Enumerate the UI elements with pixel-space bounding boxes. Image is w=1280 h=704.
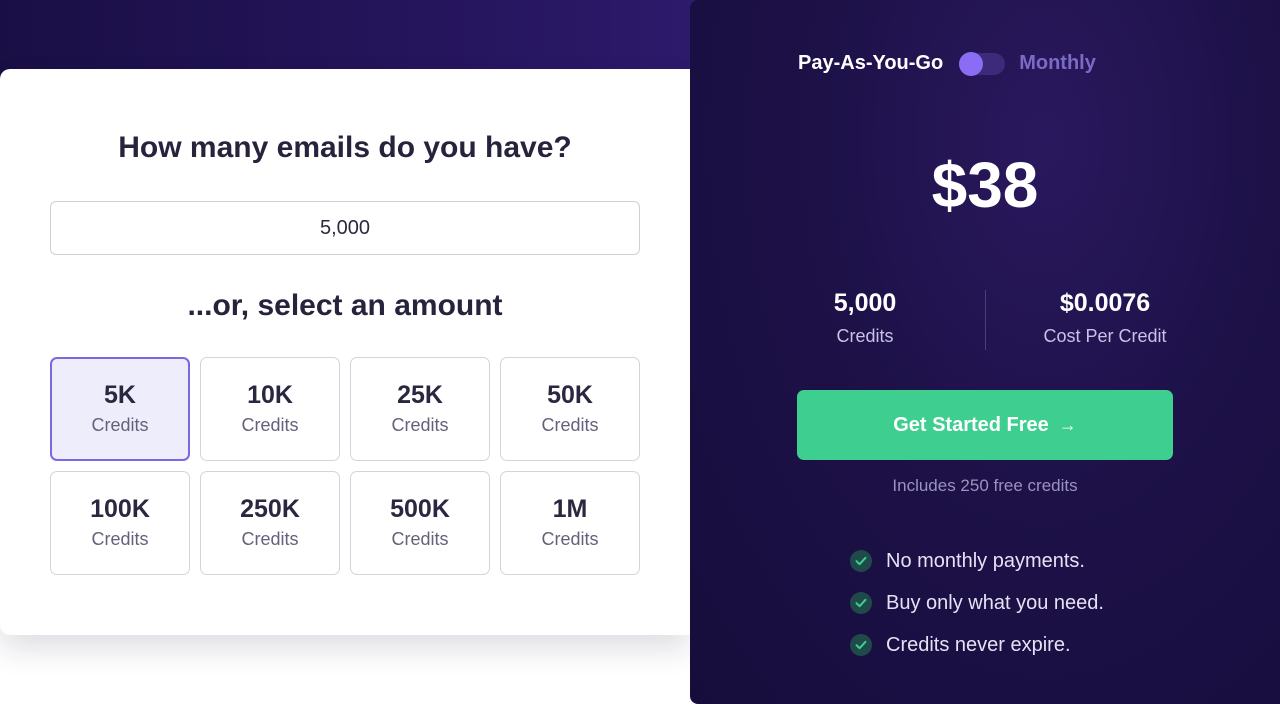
select-amount-heading: ...or, select an amount: [187, 289, 503, 322]
monthly-label[interactable]: Monthly: [1019, 52, 1096, 75]
amount-option-50k[interactable]: 50K Credits: [500, 357, 640, 461]
billing-toggle-row: Pay-As-You-Go Monthly: [798, 51, 1096, 76]
amount-value: 5K: [104, 381, 136, 409]
feature-item: No monthly payments.: [850, 540, 1104, 582]
feature-text: Buy only what you need.: [886, 591, 1104, 614]
email-count-input[interactable]: [50, 201, 640, 255]
amount-unit: Credits: [91, 415, 149, 435]
amount-value: 250K: [240, 495, 300, 523]
arrow-right-icon: →: [1058, 414, 1077, 435]
amount-unit: Credits: [391, 529, 449, 549]
credits-stat: 5,000 Credits: [765, 288, 965, 347]
amount-option-500k[interactable]: 500K Credits: [350, 471, 490, 575]
feature-item: Credits never expire.: [850, 624, 1104, 666]
amount-value: 1M: [552, 495, 588, 523]
amount-unit: Credits: [541, 415, 599, 435]
amount-option-1m[interactable]: 1M Credits: [500, 471, 640, 575]
pricing-panel: Pay-As-You-Go Monthly $38 5,000 Credits …: [690, 0, 1280, 704]
amount-option-100k[interactable]: 100K Credits: [50, 471, 190, 575]
amount-options-grid: 5K Credits 10K Credits 25K Credits 50K C…: [50, 357, 640, 575]
amount-value: 25K: [397, 381, 443, 409]
amount-option-10k[interactable]: 10K Credits: [200, 357, 340, 461]
stat-divider: [985, 290, 986, 350]
check-icon: [850, 550, 872, 572]
feature-list: No monthly payments. Buy only what you n…: [850, 540, 1104, 666]
amount-unit: Credits: [391, 415, 449, 435]
cost-per-credit-stat: $0.0076 Cost Per Credit: [1005, 288, 1205, 347]
credits-label: Credits: [836, 326, 894, 346]
amount-option-5k[interactable]: 5K Credits: [50, 357, 190, 461]
feature-item: Buy only what you need.: [850, 582, 1104, 624]
amount-unit: Credits: [241, 415, 299, 435]
amount-value: 10K: [247, 381, 293, 409]
email-calculator-card: How many emails do you have? ...or, sele…: [0, 69, 690, 635]
check-icon: [850, 634, 872, 656]
free-credits-note: Includes 250 free credits: [892, 476, 1078, 495]
pay-as-you-go-label[interactable]: Pay-As-You-Go: [798, 52, 943, 75]
billing-toggle-switch[interactable]: [959, 51, 1006, 76]
feature-text: Credits never expire.: [886, 633, 1071, 656]
cta-label: Get Started Free: [893, 413, 1049, 436]
feature-text: No monthly payments.: [886, 549, 1085, 572]
amount-value: 100K: [90, 495, 150, 523]
amount-option-25k[interactable]: 25K Credits: [350, 357, 490, 461]
amount-value: 50K: [547, 381, 593, 409]
amount-unit: Credits: [241, 529, 299, 549]
toggle-knob: [959, 51, 984, 76]
credits-value: 5,000: [833, 289, 897, 317]
price-amount: $38: [931, 149, 1039, 221]
amount-value: 500K: [390, 495, 450, 523]
email-count-question: How many emails do you have?: [118, 131, 572, 164]
amount-unit: Credits: [541, 529, 599, 549]
cost-per-credit-value: $0.0076: [1059, 289, 1151, 317]
amount-unit: Credits: [91, 529, 149, 549]
amount-option-250k[interactable]: 250K Credits: [200, 471, 340, 575]
get-started-free-button[interactable]: Get Started Free →: [797, 390, 1173, 460]
cost-per-credit-label: Cost Per Credit: [1043, 326, 1167, 346]
check-icon: [850, 592, 872, 614]
